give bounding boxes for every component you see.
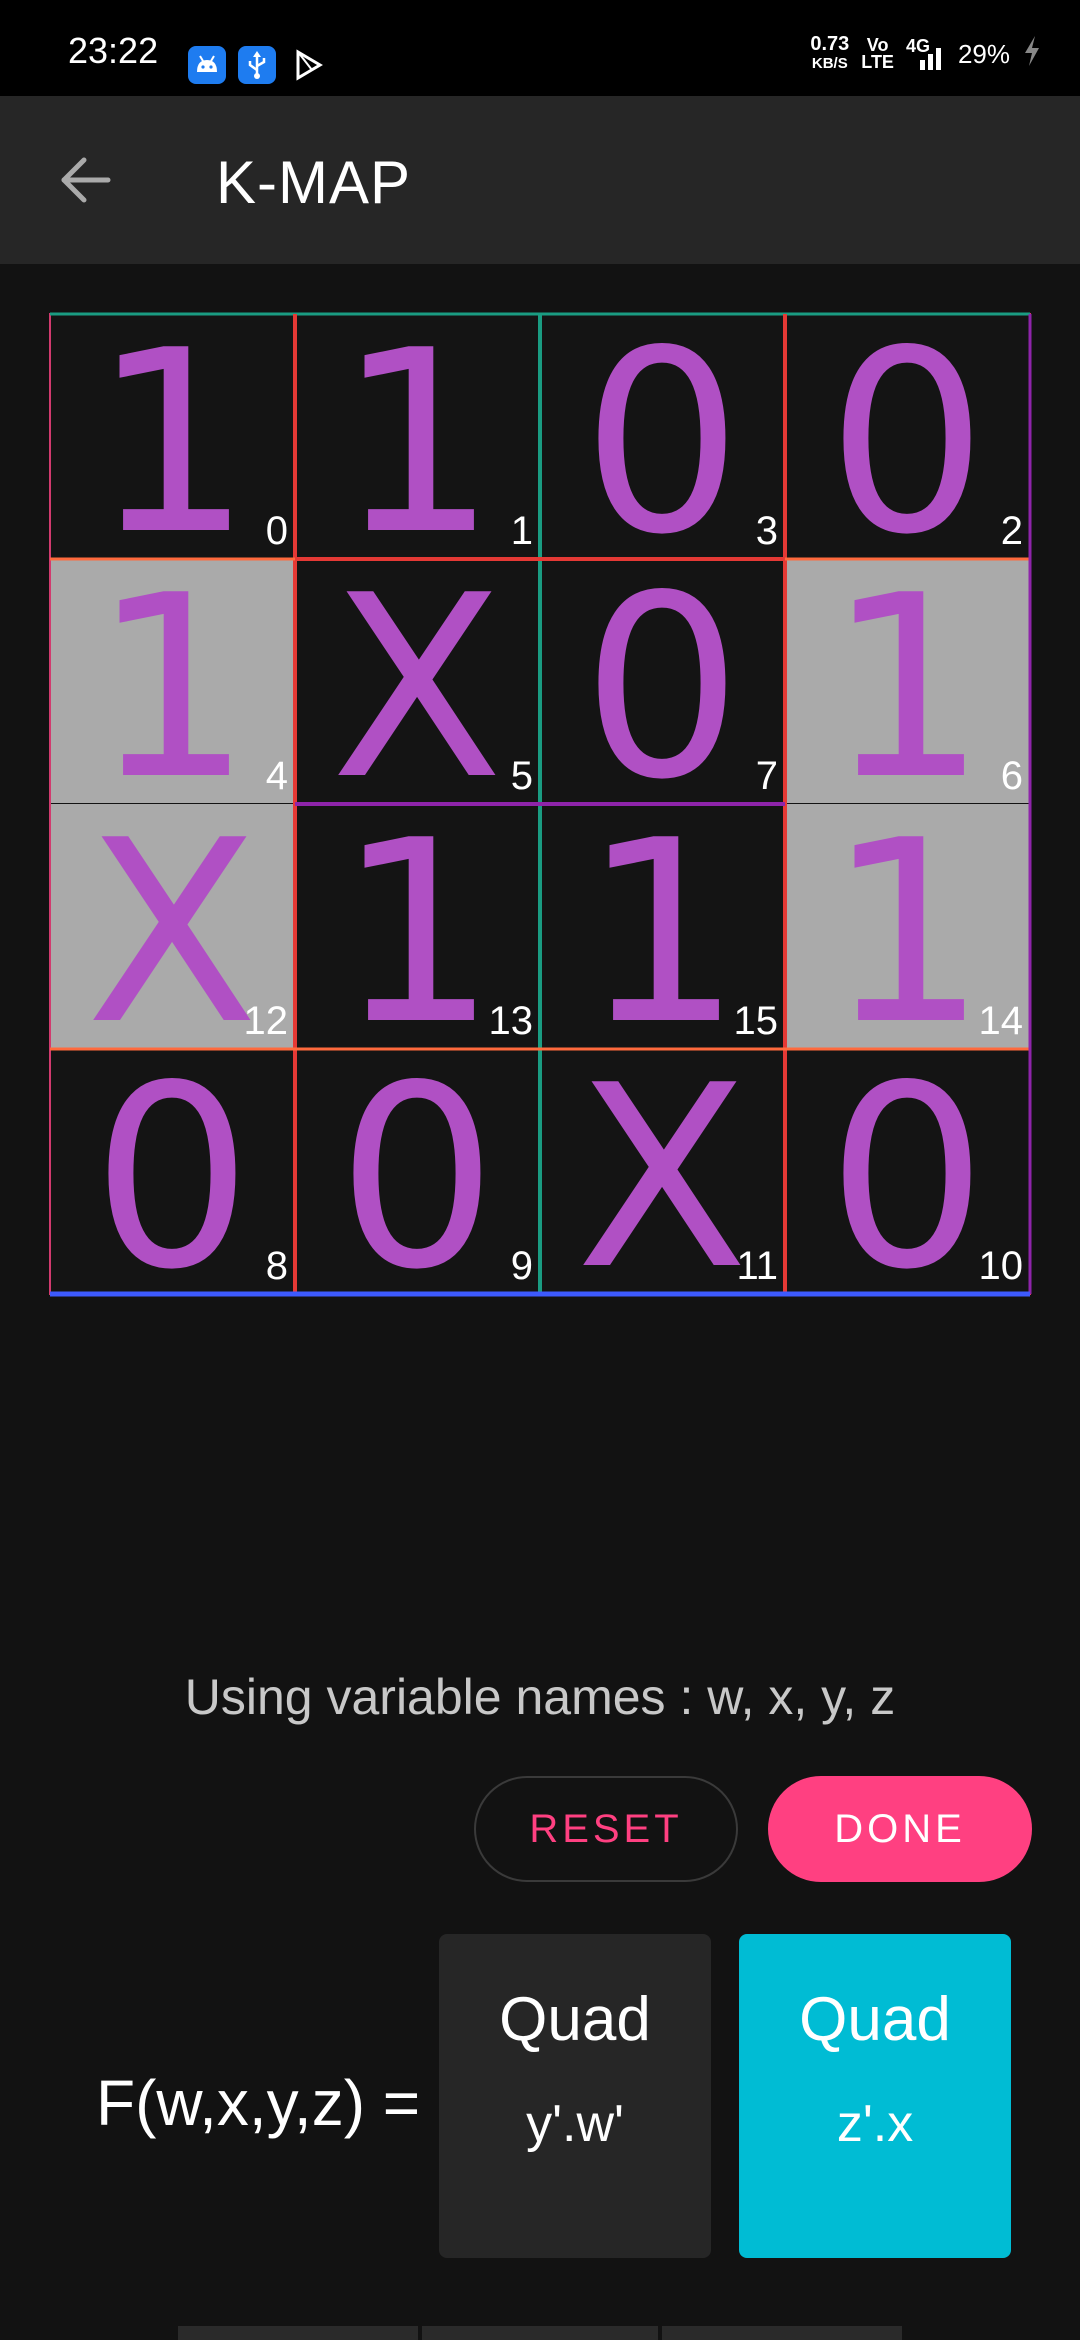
cell-index: 1 (510, 509, 533, 553)
term-type: Quad (499, 1985, 651, 2054)
kmap-cell[interactable]: 03 (540, 314, 784, 570)
term-card-1[interactable]: Quad y'.w' (439, 1934, 711, 2258)
cell-index: 11 (736, 1244, 778, 1288)
term-expression: z'.x (836, 2095, 914, 2153)
kmap-cell[interactable]: 10 (50, 314, 294, 570)
cell-value: 0 (91, 1032, 253, 1325)
cell-index: 4 (265, 754, 288, 798)
term-expression: y'.w' (526, 2095, 624, 2153)
cell-value: 0 (581, 542, 743, 835)
kmap-cell[interactable]: 14 (50, 559, 294, 815)
scroll-hint (422, 2326, 658, 2340)
kmap-cell[interactable]: X5 (295, 559, 539, 815)
scroll-hint (662, 2326, 902, 2340)
battery-level: 29% (957, 38, 1010, 69)
kmap-cell[interactable]: 02 (785, 314, 1029, 570)
kmap-grid: 1 0 1 1 0 3 0 2 1 4 X 5 0 7 1 6 X 12 1 13 1 15 1 14 0 8 0 9 X 11 0 10 (49, 312, 1032, 1305)
kmap-cell[interactable]: 11 (295, 314, 539, 570)
status-time: 23:22 (68, 30, 159, 71)
cell-index: 5 (510, 754, 533, 798)
cell-index: 9 (510, 1244, 533, 1288)
status-right: 0.73 KB/S Vo LTE 4G 29% (810, 34, 1042, 74)
function-label: F(w,x,y,z) = (96, 2067, 421, 2139)
reset-button[interactable]: RESET (474, 1776, 738, 1882)
kmap-cell[interactable]: 1 15 (540, 804, 784, 1060)
cell-index: 6 (1000, 754, 1023, 798)
cell-index: 10 (978, 1244, 1024, 1288)
cell-value: 1 (91, 542, 253, 835)
page-title: K-MAP (216, 149, 412, 216)
cell-value: 1 (336, 297, 498, 590)
network-speed: 0.73 KB/S (810, 33, 850, 72)
done-button[interactable]: DONE (768, 1776, 1032, 1882)
kmap-cell[interactable]: X 11 (540, 1049, 784, 1305)
status-bar: 23:22 0.73 KB/S Vo LTE 4G 29% (0, 0, 1080, 96)
cell-value: X (330, 542, 504, 835)
arrow-left-icon[interactable] (56, 150, 116, 210)
kmap-cell[interactable]: X 12 (50, 804, 294, 1060)
cell-index: 0 (265, 509, 288, 553)
cell-value: 1 (826, 542, 988, 835)
cell-index: 8 (265, 1244, 288, 1288)
app-bar: K-MAP (0, 96, 1080, 264)
cell-value: 1 (91, 297, 253, 590)
kmap-cell[interactable]: 07 (540, 559, 784, 815)
signal-icon: 4G (906, 36, 946, 72)
android-icon (188, 46, 226, 84)
kmap-cell[interactable]: 08 (50, 1049, 294, 1305)
charging-icon (1022, 34, 1042, 75)
cell-index: 2 (1000, 509, 1023, 553)
volte-indicator: Vo LTE (861, 35, 894, 72)
kmap-cell[interactable]: 0 10 (785, 1049, 1029, 1305)
play-store-icon (290, 46, 328, 84)
cell-value: 0 (826, 297, 988, 590)
cell-value: 0 (581, 297, 743, 590)
kmap-cell[interactable]: 09 (295, 1049, 539, 1305)
cell-value: 0 (336, 1032, 498, 1325)
kmap-cell[interactable]: 1 14 (785, 804, 1029, 1060)
term-type: Quad (799, 1985, 951, 2054)
scroll-hint (178, 2326, 418, 2340)
kmap-cell[interactable]: 16 (785, 559, 1029, 815)
variable-names-text: Using variable names : w, x, y, z (184, 1669, 896, 1725)
kmap-cell[interactable]: 1 13 (295, 804, 539, 1060)
usb-icon (238, 46, 276, 84)
cell-index: 7 (755, 754, 778, 798)
term-card-2[interactable]: Quad z'.x (739, 1934, 1011, 2258)
cell-index: 3 (755, 509, 778, 553)
